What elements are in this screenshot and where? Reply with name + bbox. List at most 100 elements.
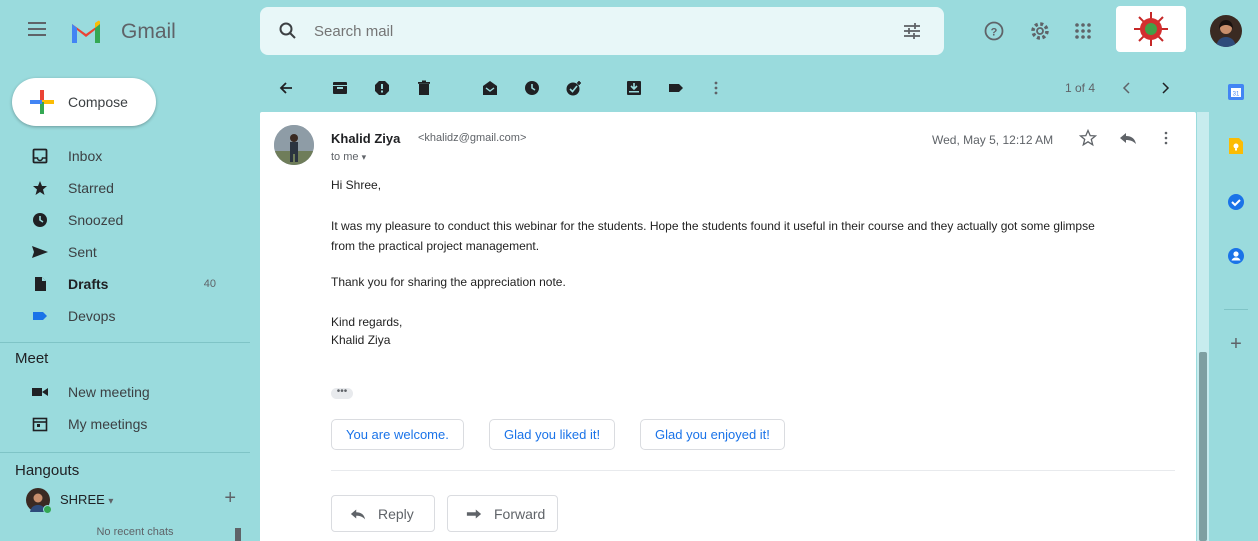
delete-icon[interactable] (414, 78, 434, 98)
smart-reply-button[interactable]: Glad you liked it! (489, 419, 616, 450)
message-greeting: Hi Shree, (331, 178, 382, 192)
nav-item-new-meeting[interactable]: New meeting (0, 376, 250, 408)
nav-item-drafts[interactable]: Drafts 40 (0, 268, 250, 300)
mark-unread-icon[interactable] (480, 78, 500, 98)
hangouts-section-title: Hangouts (15, 462, 80, 479)
send-icon (32, 244, 48, 260)
main-menu-icon[interactable] (28, 22, 46, 36)
no-recent-chats: No recent chats (96, 526, 174, 538)
organization-logo[interactable] (1116, 6, 1186, 52)
contacts-app-icon[interactable] (1226, 246, 1246, 266)
nav-item-starred[interactable]: Starred (0, 172, 250, 204)
pager-label: 1 of 4 (1065, 81, 1096, 95)
get-addons-plus-icon[interactable]: + (1226, 333, 1246, 355)
apps-grid-icon[interactable] (1072, 20, 1094, 42)
search-input[interactable] (314, 19, 874, 43)
hangouts-username[interactable]: SHREE ▾ (60, 492, 113, 507)
divider (1224, 309, 1248, 310)
more-vertical-icon[interactable] (706, 78, 726, 98)
hangouts-user[interactable]: SHREE ▾ + (26, 487, 242, 514)
nav-label: New meeting (68, 384, 150, 400)
chevron-down-icon[interactable]: ▾ (108, 496, 113, 507)
compose-label: Compose (68, 94, 128, 110)
smart-reply-button[interactable]: Glad you enjoyed it! (640, 419, 785, 450)
reply-label: Reply (378, 505, 414, 522)
chevron-down-icon[interactable]: ▾ (362, 152, 367, 162)
nav-label: Inbox (68, 148, 103, 164)
more-vertical-icon[interactable] (1156, 128, 1176, 148)
new-chat-plus-icon[interactable]: + (224, 487, 236, 510)
gmail-logo[interactable] (70, 19, 102, 43)
svg-text:?: ? (991, 27, 998, 39)
search-bar[interactable] (260, 7, 944, 55)
chevron-right-icon[interactable] (1155, 78, 1175, 98)
snooze-clock-icon[interactable] (522, 78, 542, 98)
keep-app-icon[interactable] (1226, 136, 1246, 156)
labels-icon[interactable] (666, 78, 686, 98)
back-arrow-icon[interactable] (276, 78, 296, 98)
message-signoff: Kind regards, (331, 315, 403, 329)
star-outline-icon[interactable] (1078, 128, 1098, 148)
video-icon (32, 384, 48, 400)
nav-item-my-meetings[interactable]: My meetings (0, 408, 250, 440)
message-signature: Khalid Ziya (331, 333, 391, 347)
settings-icon[interactable] (1029, 20, 1051, 42)
divider (331, 470, 1175, 471)
search-options-icon[interactable] (902, 21, 922, 41)
sender-name[interactable]: Khalid Ziya (331, 131, 400, 146)
star-icon (32, 180, 48, 196)
search-icon[interactable] (278, 21, 298, 41)
compose-button[interactable]: Compose (12, 78, 156, 126)
plus-icon (30, 90, 54, 114)
nav-label: Snoozed (68, 212, 124, 228)
message-date: Wed, May 5, 12:12 AM (932, 133, 1054, 147)
calendar-app-icon[interactable]: 31 (1226, 82, 1246, 102)
label-icon (32, 308, 48, 324)
message-paragraph: Thank you for sharing the appreciation n… (331, 275, 566, 289)
left-scrollbar[interactable] (235, 528, 241, 541)
side-panel: 31 + (1214, 64, 1258, 541)
nav-item-sent[interactable]: Sent (0, 236, 250, 268)
move-to-icon[interactable] (624, 78, 644, 98)
sender-email: <khalidz@gmail.com> (418, 132, 527, 144)
add-to-tasks-icon[interactable] (564, 78, 584, 98)
scrollbar-thumb[interactable] (1199, 352, 1207, 541)
recipient-details[interactable]: to me ▾ (331, 151, 366, 163)
archive-icon[interactable] (330, 78, 350, 98)
nav-label: Devops (68, 308, 116, 324)
meet-menu: New meeting My meetings (0, 376, 250, 440)
forward-button[interactable]: Forward (447, 495, 558, 532)
message-panel: Khalid Ziya <khalidz@gmail.com> to me ▾ … (260, 112, 1196, 541)
help-icon[interactable]: ? (983, 20, 1005, 42)
forward-icon (466, 506, 482, 522)
mail-folders: Inbox Starred Snoozed Sent Drafts 40 Dev… (0, 140, 250, 332)
forward-label: Forward (494, 505, 546, 522)
nav-label: My meetings (68, 416, 148, 432)
nav-item-devops[interactable]: Devops (0, 300, 250, 332)
app-name: Gmail (121, 20, 176, 43)
inbox-icon (32, 148, 48, 164)
reply-icon[interactable] (1118, 128, 1138, 148)
nav-label: Drafts (68, 276, 109, 292)
divider (0, 342, 250, 343)
tasks-app-icon[interactable] (1226, 192, 1246, 212)
virus-badge-icon (1134, 12, 1168, 46)
nav-label: Sent (68, 244, 97, 260)
nav-label: Starred (68, 180, 114, 196)
chevron-left-icon[interactable] (1117, 78, 1137, 98)
report-spam-icon[interactable] (372, 78, 392, 98)
reply-icon (350, 506, 366, 522)
draft-icon (32, 276, 48, 292)
nav-item-snoozed[interactable]: Snoozed (0, 204, 250, 236)
svg-text:31: 31 (1233, 92, 1240, 98)
message-scrollbar[interactable] (1197, 112, 1209, 541)
reply-button[interactable]: Reply (331, 495, 435, 532)
smart-reply-button[interactable]: You are welcome. (331, 419, 464, 450)
clock-icon (32, 212, 48, 228)
meet-section-title: Meet (15, 350, 49, 367)
show-trimmed-content-button[interactable]: ••• (331, 387, 353, 399)
sender-avatar[interactable] (274, 125, 314, 165)
nav-item-inbox[interactable]: Inbox (0, 140, 250, 172)
account-avatar[interactable] (1210, 15, 1242, 47)
divider (0, 452, 250, 453)
